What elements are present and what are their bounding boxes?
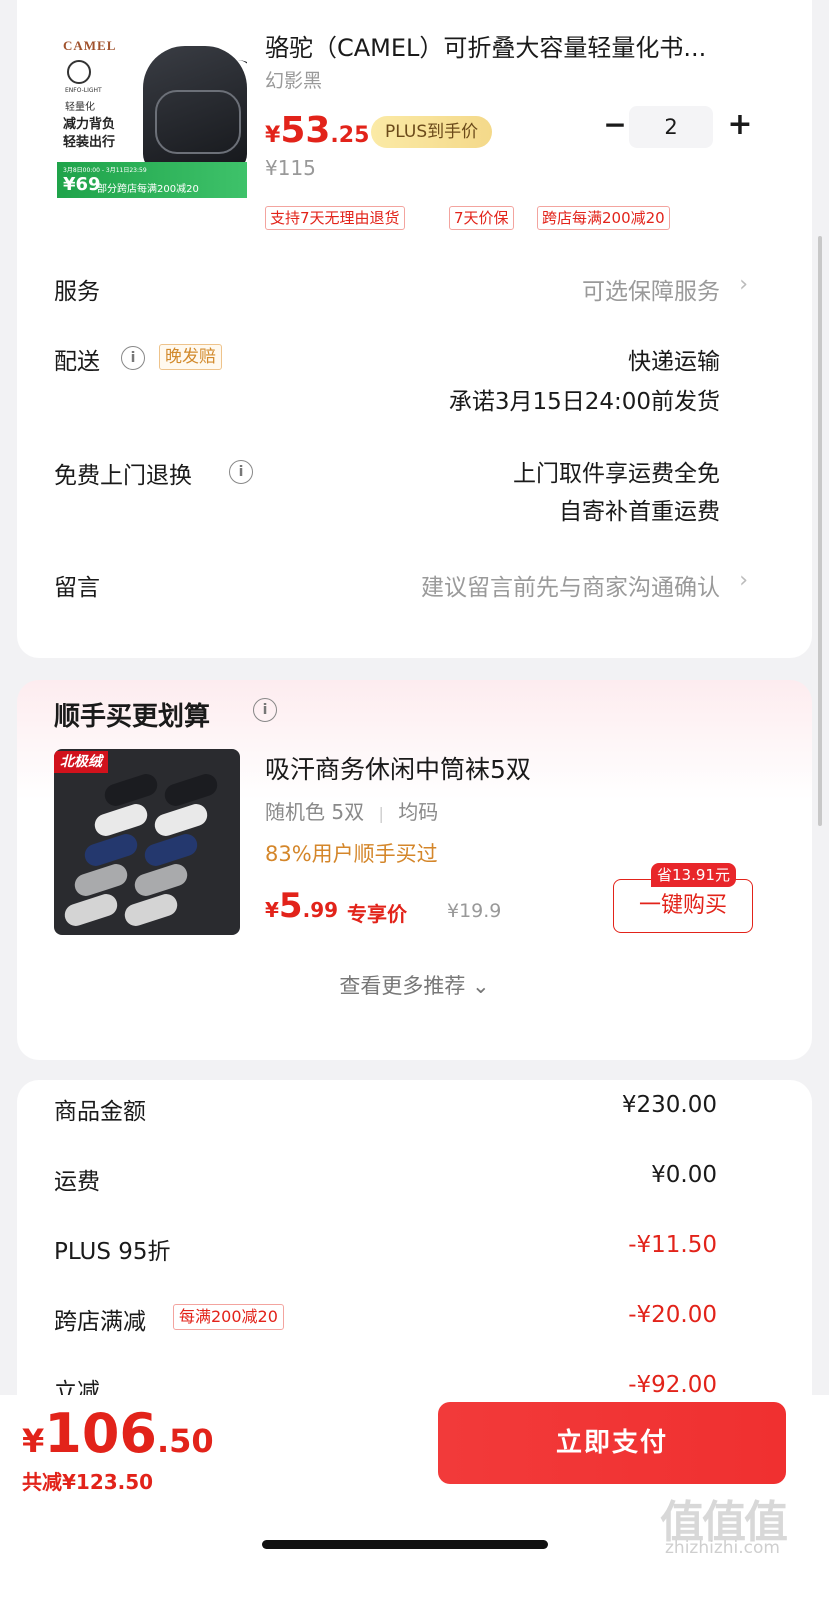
summary-value-plus: -¥11.50	[628, 1232, 717, 1258]
delivery-label: 配送	[54, 349, 100, 375]
enfo-logo-icon	[67, 60, 91, 84]
quantity-input[interactable]: 2	[629, 106, 713, 148]
message-chevron-icon[interactable]: ›	[739, 568, 748, 593]
product-image-slogan: 减力背负 轻装出行	[63, 117, 116, 150]
message-label: 留言	[54, 575, 100, 601]
return-info-icon[interactable]: i	[229, 460, 253, 484]
service-chevron-icon[interactable]: ›	[739, 272, 748, 297]
delivery-info-icon[interactable]: i	[121, 346, 145, 370]
summary-cross-store-badge: 每满200减20	[173, 1304, 284, 1330]
summary-label-plus: PLUS 95折	[54, 1239, 171, 1265]
product-image-promo-price: ¥69	[63, 174, 101, 195]
addon-price: ¥5.99	[265, 886, 339, 926]
home-indicator[interactable]	[262, 1540, 548, 1549]
sock-shape	[61, 891, 121, 929]
one-click-buy-button[interactable]: 一键购买	[613, 879, 753, 933]
product-image[interactable]: CAMEL ENFO-LIGHT 轻量化 减力背负 轻装出行 3月8日00:00…	[57, 20, 247, 215]
sock-shape	[91, 801, 151, 839]
quantity-increase-button[interactable]: +	[725, 110, 755, 140]
watermark-url: zhizhizhi.com	[665, 1538, 780, 1558]
product-title[interactable]: 骆驼（CAMEL）可折叠大容量轻量化书...	[265, 28, 765, 63]
sock-shape	[151, 801, 211, 839]
sock-shape	[81, 831, 141, 869]
summary-value-goods: ¥230.00	[621, 1092, 717, 1118]
delivery-promise: 承诺3月15日24:00前发货	[448, 389, 720, 415]
product-price: ¥53.25	[265, 110, 370, 151]
product-image-light: 轻量化	[65, 102, 95, 113]
addon-info-icon[interactable]: i	[253, 698, 277, 722]
summary-label-goods: 商品金额	[54, 1099, 146, 1125]
addon-card: 顺手买更划算 i 北极绒 吸汗商务休闲中筒袜5双 随机色 5双 | 均码 83%…	[17, 680, 812, 1060]
product-image-promo-date: 3月8日00:00 - 3月11日23:59	[63, 167, 147, 174]
delivery-method[interactable]: 快递运输	[628, 342, 720, 376]
product-image-enfo: ENFO-LIGHT	[65, 87, 102, 94]
addon-product-title[interactable]: 吸汗商务休闲中筒袜5双	[265, 750, 531, 786]
pay-now-button[interactable]: 立即支付	[438, 1402, 786, 1484]
service-value[interactable]: 可选保障服务	[582, 272, 720, 306]
service-label: 服务	[54, 279, 100, 305]
sock-shape	[71, 861, 131, 899]
product-image-promo-text: 部分跨店每满200减20	[97, 184, 199, 195]
product-original-price: ¥115	[265, 156, 316, 180]
plus-price-badge: PLUS到手价	[371, 116, 493, 148]
return-line-2: 自寄补首重运费	[559, 499, 720, 525]
summary-label-cross-store: 跨店满减	[54, 1309, 146, 1335]
tag-price-protect: 7天价保	[449, 206, 514, 230]
sock-shape	[121, 891, 181, 929]
late-compensation-badge: 晚发赔	[159, 344, 222, 370]
addon-bought-ratio: 83%用户顺手买过	[265, 842, 438, 866]
return-line-1: 上门取件享运费全免	[513, 461, 720, 487]
addon-product-spec: 随机色 5双 | 均码	[265, 800, 439, 824]
summary-value-cross-store: -¥20.00	[628, 1302, 717, 1328]
sock-shape	[141, 831, 201, 869]
sock-shape	[131, 861, 191, 899]
sock-shape	[101, 771, 161, 809]
quantity-decrease-button[interactable]: −	[600, 110, 630, 140]
tag-cross-store-discount: 跨店每满200减20	[537, 206, 670, 230]
total-saved[interactable]: 共减¥123.50	[22, 1466, 153, 1495]
addon-save-badge: 省13.91元	[651, 863, 736, 887]
total-price: ¥106.50	[22, 1402, 214, 1465]
message-input[interactable]: 建议留言前先与商家沟通确认	[421, 568, 720, 602]
summary-value-shipping: ¥0.00	[651, 1162, 717, 1188]
tag-7day-return: 支持7天无理由退货	[265, 206, 405, 230]
addon-original-price: ¥19.9	[447, 900, 502, 922]
sock-product-image[interactable]: 北极绒	[54, 749, 240, 935]
addon-exclusive-label: 专享价	[347, 902, 407, 926]
summary-label-shipping: 运费	[54, 1169, 100, 1195]
return-label: 免费上门退换	[54, 463, 192, 489]
product-variant[interactable]: 幻影黑	[265, 66, 322, 93]
product-image-brand: CAMEL	[63, 38, 117, 53]
sock-brand-logo: 北极绒	[54, 751, 108, 773]
scrollbar[interactable]	[818, 236, 822, 826]
backpack-zipper-shape	[155, 90, 241, 154]
sock-shape	[161, 771, 221, 809]
order-card: CAMEL ENFO-LIGHT 轻量化 减力背负 轻装出行 3月8日00:00…	[17, 0, 812, 658]
addon-heading: 顺手买更划算	[54, 702, 211, 732]
see-more-recommendations[interactable]: 查看更多推荐 ⌄	[17, 970, 812, 1000]
